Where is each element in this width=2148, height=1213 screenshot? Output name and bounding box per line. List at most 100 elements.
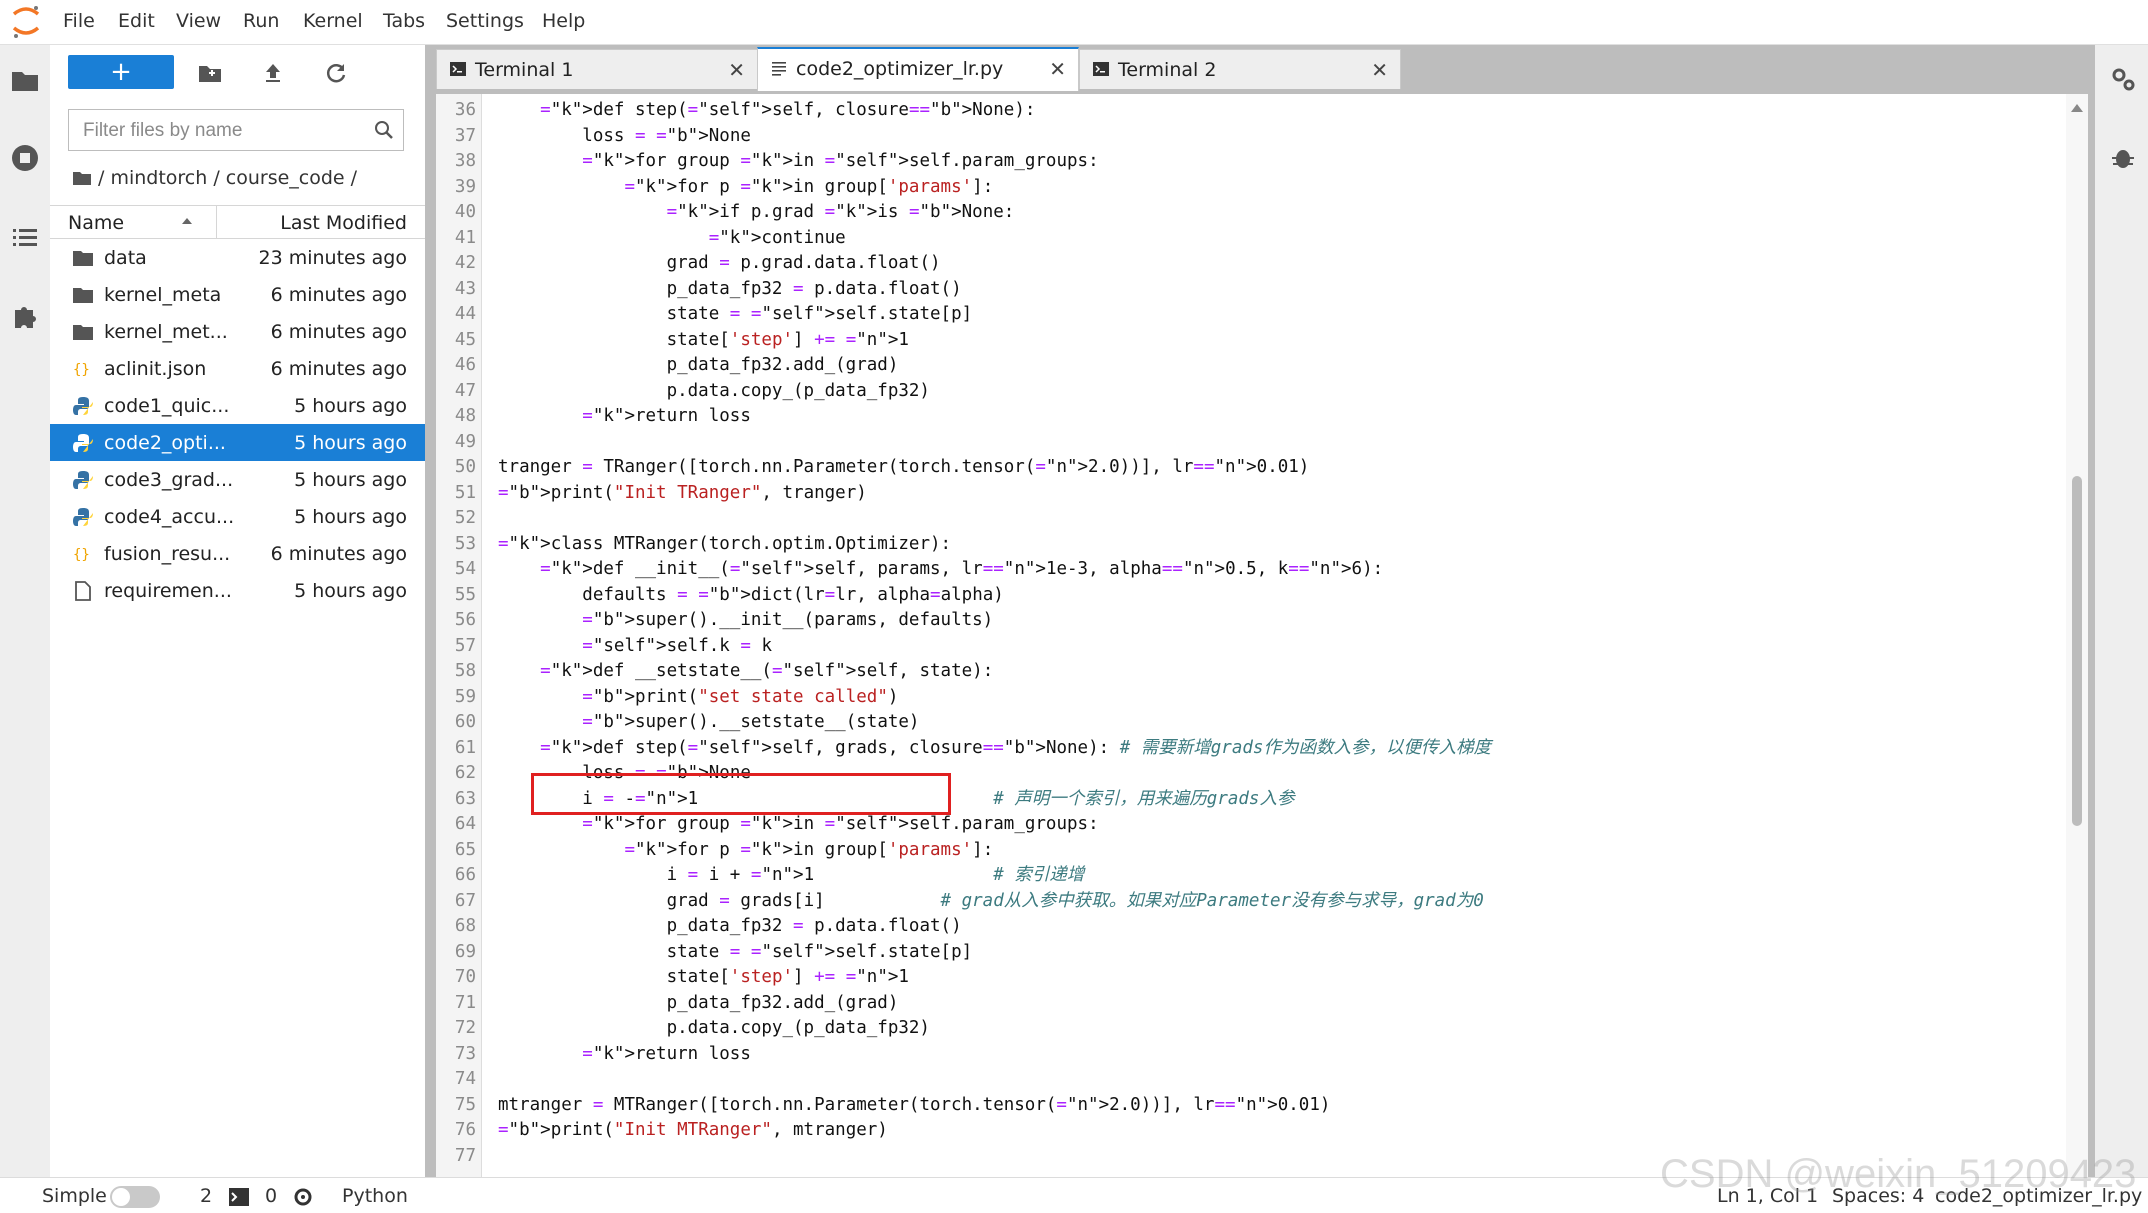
code-line[interactable]: 76 ="b">print("Init MTRanger", mtranger) <box>436 1118 2036 1144</box>
refresh-icon[interactable] <box>322 59 350 87</box>
file-row[interactable]: code1_quic... 5 hours ago <box>50 387 425 424</box>
code-line[interactable]: 43 p_data_fp32 = p.data.float() <box>436 277 2036 303</box>
file-row[interactable]: code3_grad... 5 hours ago <box>50 461 425 498</box>
terminal-count[interactable]: 2 <box>200 1185 212 1207</box>
code-text: loss = ="b">None <box>498 125 751 146</box>
file-row[interactable]: {} fusion_resu... 6 minutes ago <box>50 535 425 572</box>
terminal-icon[interactable] <box>228 1186 250 1208</box>
close-icon[interactable]: ✕ <box>1049 57 1066 81</box>
file-row[interactable]: kernel_met... 6 minutes ago <box>50 313 425 350</box>
file-row[interactable]: {} aclinit.json 6 minutes ago <box>50 350 425 387</box>
line-number: 59 <box>454 686 476 707</box>
code-line[interactable]: 69 state = ="self">self.state[p] <box>436 940 2036 966</box>
code-line[interactable]: 68 p_data_fp32 = p.data.float() <box>436 914 2036 940</box>
line-number: 60 <box>454 712 476 732</box>
code-line[interactable]: 49 <box>436 430 2036 456</box>
code-line[interactable]: 71 p_data_fp32.add_(grad) <box>436 991 2036 1017</box>
code-line[interactable]: 40 ="k">if p.grad ="k">is ="b">None: <box>436 200 2036 226</box>
code-editor[interactable]: 36 ="k">def step(="self">self, closure==… <box>436 94 2088 1212</box>
new-launcher-button[interactable]: + <box>68 55 174 89</box>
file-row[interactable]: code4_accu... 5 hours ago <box>50 498 425 535</box>
code-line[interactable]: 48 ="k">return loss <box>436 404 2036 430</box>
menu-edit[interactable]: Edit <box>118 10 155 32</box>
file-row[interactable]: data 23 minutes ago <box>50 239 425 276</box>
code-line[interactable]: 44 state = ="self">self.state[p] <box>436 302 2036 328</box>
code-text: p.data.copy_(p_data_fp32) <box>498 1018 930 1038</box>
kernel-count[interactable]: 0 <box>265 1185 277 1207</box>
code-line[interactable]: 54 ="k">def __init__(="self">self, param… <box>436 557 2036 583</box>
column-modified-header[interactable]: Last Modified <box>280 212 407 234</box>
code-line[interactable]: 57 ="self">self.k = k <box>436 634 2036 660</box>
code-line[interactable]: 67 grad = grads[i] # grad从入参中获取。如果对应Para… <box>436 889 2036 915</box>
scroll-up-arrow-icon[interactable] <box>2071 104 2083 112</box>
code-line[interactable]: 46 p_data_fp32.add_(grad) <box>436 353 2036 379</box>
code-line[interactable]: 52 <box>436 506 2036 532</box>
breadcrumb-path[interactable]: / mindtorch / course_code / <box>98 167 357 189</box>
code-line[interactable]: 38 ="k">for group ="k">in ="self">self.p… <box>436 149 2036 175</box>
sort-ascending-icon[interactable] <box>180 214 194 228</box>
file-row[interactable]: code2_opti... 5 hours ago <box>50 424 425 461</box>
code-line[interactable]: 36 ="k">def step(="self">self, closure==… <box>436 98 2036 124</box>
extension-puzzle-icon[interactable] <box>10 301 40 331</box>
code-line[interactable]: 39 ="k">for p ="k">in group['params']: <box>436 175 2036 201</box>
folder-icon[interactable] <box>10 65 40 95</box>
code-line[interactable]: 55 defaults = ="b">dict(lr=lr, alpha=alp… <box>436 583 2036 609</box>
code-text: ="k">if p.grad ="k">is ="b">None: <box>666 202 1015 222</box>
menu-kernel[interactable]: Kernel <box>303 10 363 32</box>
line-number: 37 <box>454 125 476 146</box>
close-icon[interactable]: ✕ <box>728 58 745 82</box>
stop-circle-icon[interactable] <box>10 143 40 173</box>
menu-run[interactable]: Run <box>243 10 279 32</box>
folder-icon[interactable] <box>72 169 92 187</box>
menu-help[interactable]: Help <box>542 10 585 32</box>
property-inspector-gears-icon[interactable] <box>2109 65 2137 93</box>
code-line[interactable]: 66 i = i + ="n">1 # 索引递增 <box>436 863 2036 889</box>
menu-file[interactable]: File <box>63 10 95 32</box>
file-row[interactable]: requiremen... 5 hours ago <box>50 572 425 609</box>
code-line[interactable]: 37 loss = ="b">None <box>436 124 2036 150</box>
code-line[interactable]: 65 ="k">for p ="k">in group['params']: <box>436 838 2036 864</box>
code-line[interactable]: 60 ="b">super().__setstate__(state) <box>436 710 2036 736</box>
code-line[interactable]: 41 ="k">continue <box>436 226 2036 252</box>
tab-code2-optimizer[interactable]: code2_optimizer_lr.py ✕ <box>757 47 1079 91</box>
code-text: ="k">return loss <box>582 406 751 426</box>
kernel-gear-icon[interactable] <box>292 1186 314 1208</box>
tab-terminal-2[interactable]: Terminal 2 ✕ <box>1079 49 1401 89</box>
debugger-bug-icon[interactable] <box>2109 143 2137 171</box>
kernel-name[interactable]: Python <box>342 1185 408 1207</box>
file-modified-time: 5 hours ago <box>294 395 407 417</box>
filter-input[interactable] <box>81 118 365 144</box>
code-text: p_data_fp32 = p.data.float() <box>498 278 962 299</box>
code-line[interactable]: 73 ="k">return loss <box>436 1042 2036 1068</box>
simple-mode-toggle[interactable] <box>110 1186 160 1208</box>
file-modified-time: 5 hours ago <box>294 469 407 491</box>
code-line[interactable]: 51 ="b">print("Init TRanger", tranger) <box>436 481 2036 507</box>
upload-icon[interactable] <box>259 59 287 87</box>
close-icon[interactable]: ✕ <box>1371 58 1388 82</box>
menu-settings[interactable]: Settings <box>446 10 524 32</box>
code-line[interactable]: 56 ="b">super().__init__(params, default… <box>436 608 2036 634</box>
code-line[interactable]: 64 ="k">for group ="k">in ="self">self.p… <box>436 812 2036 838</box>
new-folder-icon[interactable] <box>196 59 224 87</box>
code-line[interactable]: 61 ="k">def step(="self">self, grads, cl… <box>436 736 2036 762</box>
code-line[interactable]: 74 <box>436 1067 2036 1093</box>
vertical-scrollbar[interactable] <box>2066 94 2088 1212</box>
code-line[interactable]: 72 p.data.copy_(p_data_fp32) <box>436 1016 2036 1042</box>
scrollbar-thumb[interactable] <box>2072 476 2082 826</box>
code-line[interactable]: 50 tranger = TRanger([torch.nn.Parameter(… <box>436 455 2036 481</box>
menu-view[interactable]: View <box>176 10 221 32</box>
code-line[interactable]: 42 grad = p.grad.data.float() <box>436 251 2036 277</box>
code-line[interactable]: 59 ="b">print("set state called") <box>436 685 2036 711</box>
code-line[interactable]: 75 mtranger = MTRanger([torch.nn.Paramete… <box>436 1093 2036 1119</box>
code-line[interactable]: 53 ="k">class MTRanger(torch.optim.Optimi… <box>436 532 2036 558</box>
tab-terminal-1[interactable]: Terminal 1 ✕ <box>436 49 758 89</box>
toc-list-icon[interactable] <box>10 223 40 253</box>
code-line[interactable]: 58 ="k">def __setstate__(="self">self, s… <box>436 659 2036 685</box>
code-line[interactable]: 45 state['step'] += ="n">1 <box>436 328 2036 354</box>
code-line[interactable]: 47 p.data.copy_(p_data_fp32) <box>436 379 2036 405</box>
line-number: 77 <box>454 1145 476 1166</box>
code-line[interactable]: 70 state['step'] += ="n">1 <box>436 965 2036 991</box>
menu-tabs[interactable]: Tabs <box>383 10 425 32</box>
file-row[interactable]: kernel_meta 6 minutes ago <box>50 276 425 313</box>
column-name-header[interactable]: Name <box>68 212 124 234</box>
